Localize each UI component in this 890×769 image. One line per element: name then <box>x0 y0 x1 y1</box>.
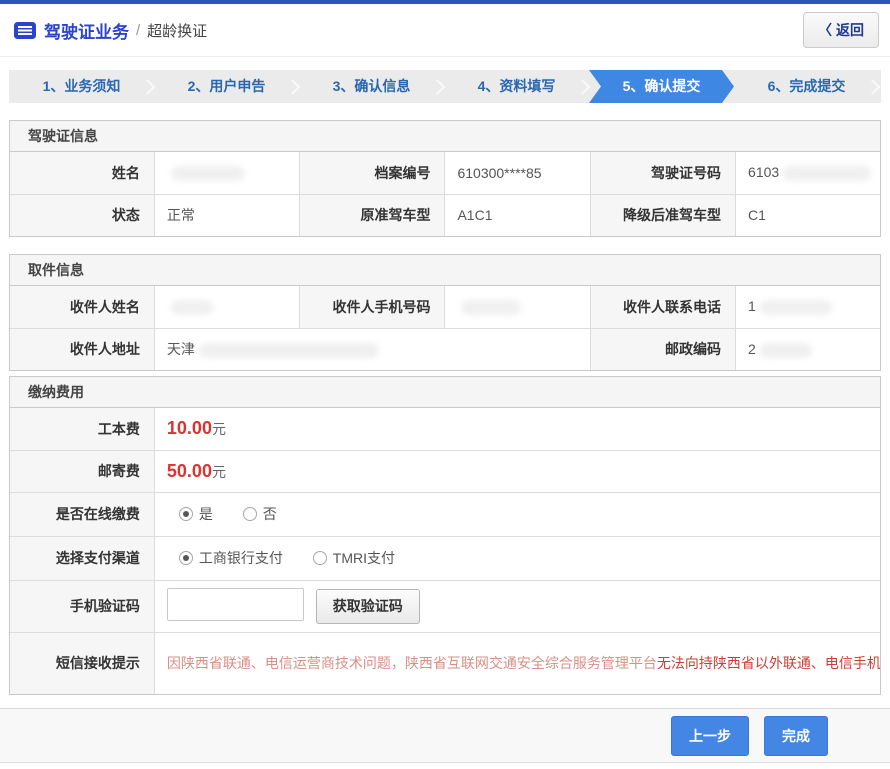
section-title: 取件信息 <box>10 255 880 286</box>
postal-code-value: 2 <box>736 328 880 370</box>
sms-notice-label: 短信接收提示 <box>10 632 154 694</box>
mail-fee-amount: 50.00 <box>167 461 212 481</box>
pay-online-yes-label[interactable]: 是 <box>199 506 213 522</box>
table-row: 状态 正常 原准驾车型 A1C1 降级后准驾车型 C1 <box>10 194 880 236</box>
previous-step-button[interactable]: 上一步 <box>671 716 749 756</box>
step-separator-icon <box>140 79 156 95</box>
license-number-label: 驾驶证号码 <box>590 152 735 194</box>
recipient-phone-value: 1 <box>736 286 880 328</box>
redacted-blur <box>783 166 871 181</box>
sms-notice-part2: 无法向持陕西省以外联通、电信手机号码的用户发送短信,因此无法向此类用户提供陕西省… <box>657 655 880 671</box>
back-button-label: 返回 <box>836 20 864 40</box>
name-value <box>154 152 299 194</box>
license-business-icon <box>14 22 36 39</box>
sms-code-input[interactable] <box>167 588 304 621</box>
downgraded-class-label: 降级后准驾车型 <box>590 194 735 236</box>
redacted-blur <box>760 343 812 358</box>
recipient-address-value: 天津 <box>154 328 590 370</box>
step-separator-icon <box>285 79 301 95</box>
redacted-blur <box>171 166 245 181</box>
recipient-name-value <box>154 286 299 328</box>
redacted-blur <box>760 300 832 315</box>
step-2-declare: 2、用户申告 <box>154 70 299 103</box>
mail-fee-label: 邮寄费 <box>10 450 154 492</box>
breadcrumb-divider: / <box>136 22 140 39</box>
section-pickup-info: 取件信息 收件人姓名 收件人手机号码 收件人联系电话 1 收件人地址 天津 邮政… <box>9 254 881 371</box>
original-class-value: A1C1 <box>445 194 590 236</box>
sms-notice-text: 因陕西省联通、电信运营商技术问题，陕西省互联网交通安全综合服务管理平台无法向持陕… <box>154 632 880 694</box>
card-fee-amount: 10.00 <box>167 418 212 438</box>
pay-channel-label: 选择支付渠道 <box>10 536 154 580</box>
get-sms-code-button[interactable]: 获取验证码 <box>316 589 420 624</box>
recipient-mobile-value <box>445 286 590 328</box>
pay-online-yes-radio[interactable] <box>179 507 193 521</box>
step-separator-icon <box>575 79 591 95</box>
channel-icbc-label[interactable]: 工商银行支付 <box>199 550 283 566</box>
sms-code-field-cell: 获取验证码 <box>154 580 880 632</box>
table-row: 手机验证码 获取验证码 <box>10 580 880 632</box>
back-chevron-icon: 〈 <box>818 20 832 40</box>
step-separator-icon <box>430 79 446 95</box>
table-row: 收件人地址 天津 邮政编码 2 <box>10 328 880 370</box>
status-value: 正常 <box>154 194 299 236</box>
redacted-blur <box>171 300 213 315</box>
table-row: 邮寄费 50.00元 <box>10 450 880 492</box>
recipient-mobile-label: 收件人手机号码 <box>300 286 445 328</box>
table-row: 选择支付渠道 工商银行支付 TMRI支付 <box>10 536 880 580</box>
card-fee-value: 10.00元 <box>154 408 880 450</box>
pay-online-no-label[interactable]: 否 <box>263 506 277 522</box>
section-title: 缴纳费用 <box>10 377 880 408</box>
step-bar-filler <box>879 70 881 103</box>
section-title: 驾驶证信息 <box>10 121 880 152</box>
step-3-confirm-info: 3、确认信息 <box>299 70 444 103</box>
section-payment: 缴纳费用 工本费 10.00元 邮寄费 50.00元 是否在线缴费 <box>9 376 881 695</box>
sms-code-label: 手机验证码 <box>10 580 154 632</box>
back-button[interactable]: 〈 返回 <box>803 12 879 48</box>
breadcrumb: 驾驶证业务 / 超龄换证 <box>14 18 207 43</box>
recipient-address-label: 收件人地址 <box>10 328 154 370</box>
card-fee-unit: 元 <box>212 421 226 437</box>
file-number-value: 610300****85 <box>445 152 590 194</box>
page-title: 驾驶证业务 <box>44 18 129 43</box>
page: 驾驶证业务 / 超龄换证 〈 返回 1、业务须知 2、用户申告 3、确认信息 4… <box>0 0 890 769</box>
footer-actions: 上一步 完成 <box>0 708 890 763</box>
redacted-blur <box>199 343 379 358</box>
mail-fee-unit: 元 <box>212 464 226 480</box>
channel-tmri-label[interactable]: TMRI支付 <box>333 550 395 566</box>
table-row: 短信接收提示 因陕西省联通、电信运营商技术问题，陕西省互联网交通安全综合服务管理… <box>10 632 880 694</box>
step-6-complete: 6、完成提交 <box>734 70 879 103</box>
channel-icbc-radio[interactable] <box>179 551 193 565</box>
card-fee-label: 工本费 <box>10 408 154 450</box>
sms-notice-part1: 因陕西省联通、电信运营商技术问题，陕西省互联网交通安全综合服务管理平台 <box>167 655 657 671</box>
table-row: 工本费 10.00元 <box>10 408 880 450</box>
channel-tmri-radio[interactable] <box>313 551 327 565</box>
finish-button[interactable]: 完成 <box>764 716 828 756</box>
name-label: 姓名 <box>10 152 154 194</box>
original-class-label: 原准驾车型 <box>300 194 445 236</box>
page-subtitle: 超龄换证 <box>147 20 207 41</box>
file-number-label: 档案编号 <box>300 152 445 194</box>
postal-code-label: 邮政编码 <box>590 328 735 370</box>
downgraded-class-value: C1 <box>736 194 880 236</box>
header: 驾驶证业务 / 超龄换证 〈 返回 <box>0 4 890 57</box>
recipient-name-label: 收件人姓名 <box>10 286 154 328</box>
table-row: 是否在线缴费 是 否 <box>10 492 880 536</box>
table-row: 姓名 档案编号 610300****85 驾驶证号码 6103 <box>10 152 880 194</box>
pay-online-label: 是否在线缴费 <box>10 492 154 536</box>
table-row: 收件人姓名 收件人手机号码 收件人联系电话 1 <box>10 286 880 328</box>
step-5-confirm-submit-active: 5、确认提交 <box>589 70 734 103</box>
step-4-fill-data: 4、资料填写 <box>444 70 589 103</box>
step-1-notice: 1、业务须知 <box>9 70 154 103</box>
pay-online-no-radio[interactable] <box>243 507 257 521</box>
status-label: 状态 <box>10 194 154 236</box>
mail-fee-value: 50.00元 <box>154 450 880 492</box>
redacted-blur <box>461 300 521 315</box>
pay-online-options: 是 否 <box>154 492 880 536</box>
section-license-info: 驾驶证信息 姓名 档案编号 610300****85 驾驶证号码 6103 状态… <box>9 120 881 237</box>
step-separator-icon <box>865 79 881 95</box>
license-number-value: 6103 <box>736 152 880 194</box>
step-wizard: 1、业务须知 2、用户申告 3、确认信息 4、资料填写 5、确认提交 6、完成提… <box>9 70 881 103</box>
recipient-phone-label: 收件人联系电话 <box>590 286 735 328</box>
pay-channel-options: 工商银行支付 TMRI支付 <box>154 536 880 580</box>
